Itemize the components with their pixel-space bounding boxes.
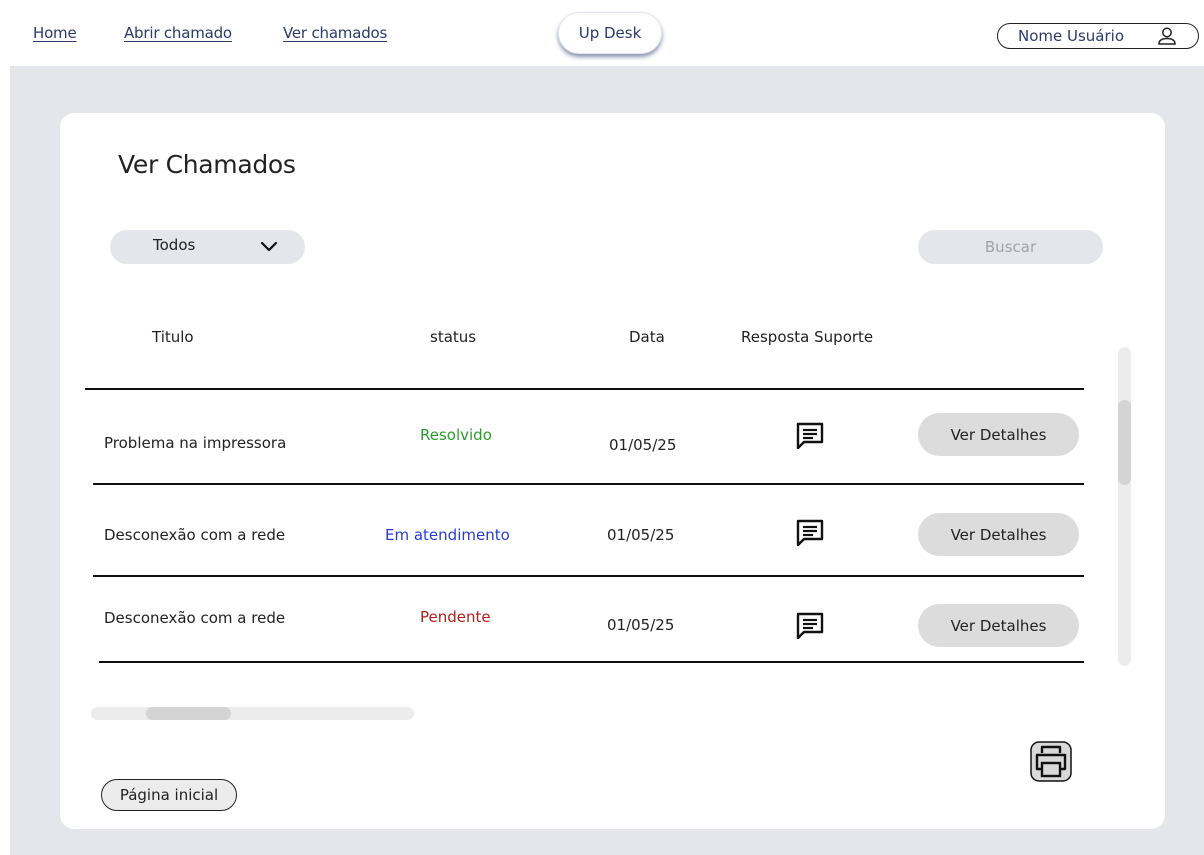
chat-message-icon[interactable]	[795, 611, 825, 639]
horizontal-scrollbar[interactable]	[91, 707, 414, 720]
row-3-date: 01/05/25	[607, 616, 675, 634]
nav-home-link[interactable]: Home	[33, 24, 77, 42]
search-input[interactable]	[918, 230, 1103, 264]
vertical-scrollbar[interactable]	[1118, 347, 1131, 666]
row-2-title: Desconexão com a rede	[104, 526, 286, 544]
row-1-title: Problema na impressora	[104, 434, 287, 452]
chevron-down-icon	[260, 241, 278, 252]
status-filter-dropdown[interactable]: Todos	[110, 230, 305, 264]
view-details-button[interactable]: Ver Detalhes	[918, 604, 1079, 647]
row-3-status: Pendente	[420, 608, 491, 626]
nav-view-tickets-link[interactable]: Ver chamados	[283, 24, 387, 42]
column-header-support-response: Resposta Suporte	[741, 328, 874, 346]
view-details-button[interactable]: Ver Detalhes	[918, 513, 1079, 556]
tickets-card	[60, 113, 1165, 829]
chat-message-icon[interactable]	[795, 421, 825, 449]
row-2-date: 01/05/25	[607, 526, 675, 544]
column-header-title: Titulo	[152, 328, 194, 346]
table-row-divider	[99, 661, 1084, 663]
user-name-label: Nome Usuário	[1018, 27, 1125, 45]
column-header-date: Data	[629, 328, 665, 346]
row-2-status: Em atendimento	[385, 526, 510, 544]
user-menu-button[interactable]: Nome Usuário	[997, 23, 1199, 49]
horizontal-scrollbar-thumb[interactable]	[146, 707, 231, 720]
row-1-status: Resolvido	[420, 426, 492, 444]
row-3-title: Desconexão com a rede	[104, 609, 286, 627]
chat-message-icon[interactable]	[795, 518, 825, 546]
home-page-button[interactable]: Página inicial	[101, 779, 237, 811]
row-1-date: 01/05/25	[609, 436, 677, 454]
brand-button[interactable]: Up Desk	[558, 12, 662, 54]
user-icon	[1158, 27, 1176, 45]
column-header-status: status	[430, 328, 477, 346]
table-header-divider	[85, 388, 1084, 390]
table-row-divider	[93, 575, 1084, 577]
vertical-scrollbar-thumb[interactable]	[1118, 400, 1131, 485]
table-row-divider	[93, 483, 1084, 485]
page-title: Ver Chamados	[118, 150, 296, 179]
view-details-button[interactable]: Ver Detalhes	[918, 413, 1079, 456]
nav-open-ticket-link[interactable]: Abrir chamado	[124, 24, 232, 42]
status-filter-value: Todos	[153, 236, 196, 254]
printer-icon[interactable]	[1029, 740, 1073, 783]
